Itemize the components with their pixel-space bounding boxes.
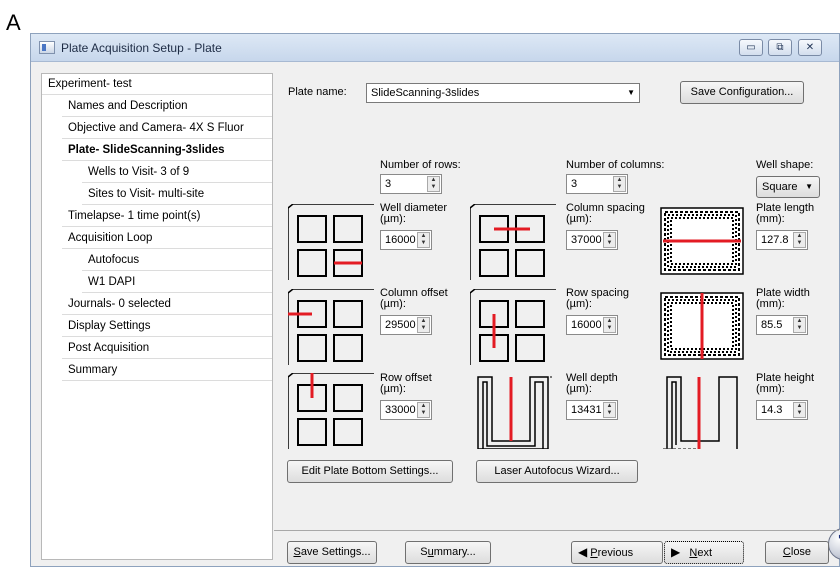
column-spacing-label: Column spacing (µm): xyxy=(566,202,645,225)
well-diameter-value: 16000 xyxy=(385,234,416,246)
plate-width-icon xyxy=(660,292,744,360)
row-offset-label: Row offset (µm): xyxy=(380,372,432,395)
plate-height-value: 14.3 xyxy=(761,404,783,416)
close-window-button[interactable]: ✕ xyxy=(798,39,822,56)
edit-plate-bottom-button[interactable]: Edit Plate Bottom Settings... xyxy=(287,460,453,483)
close-button[interactable]: Close xyxy=(765,541,829,564)
plate-length-spinner[interactable]: 127.8 ▲ ▼ xyxy=(756,230,808,250)
nav-item-objective-camera[interactable]: Objective and Camera- 4X S Fluor xyxy=(62,118,272,139)
title-bar: Plate Acquisition Setup - Plate ▭ ⧉ ✕ xyxy=(31,34,839,62)
nav-item-acquisition-loop[interactable]: Acquisition Loop xyxy=(62,228,272,249)
plate-name-value: SlideScanning-3slides xyxy=(371,87,480,99)
column-offset-icon xyxy=(288,289,374,365)
nav-item-autofocus[interactable]: Autofocus xyxy=(82,250,272,271)
row-offset-icon xyxy=(288,373,374,449)
well-shape-value: Square xyxy=(762,181,798,193)
plate-length-value: 127.8 xyxy=(761,234,789,246)
spin-arrows-icon[interactable]: ▲ ▼ xyxy=(417,232,430,248)
well-diameter-spinner[interactable]: 16000 ▲ ▼ xyxy=(380,230,432,250)
spin-arrows-icon[interactable]: ▲ ▼ xyxy=(603,317,616,333)
column-offset-value: 29500 xyxy=(385,319,416,331)
well-diameter-icon xyxy=(288,204,374,280)
plate-length-label: Plate length (mm): xyxy=(756,202,815,225)
nav-item-experiment[interactable]: Experiment- test xyxy=(42,74,272,95)
spin-arrows-icon[interactable]: ▲ ▼ xyxy=(793,317,806,333)
nav-item-journals[interactable]: Journals- 0 selected xyxy=(62,294,272,315)
rows-label: Number of rows: xyxy=(380,159,461,171)
window-title: Plate Acquisition Setup - Plate xyxy=(61,41,222,55)
nav-item-plate[interactable]: Plate- SlideScanning-3slides xyxy=(62,140,272,161)
row-offset-value: 33000 xyxy=(385,404,416,416)
well-shape-label: Well shape: xyxy=(756,159,814,171)
columns-value: 3 xyxy=(571,178,578,190)
plate-width-label: Plate width (mm): xyxy=(756,287,810,310)
help-icon[interactable]: ? xyxy=(828,528,840,560)
save-settings-button[interactable]: Save Settings... xyxy=(287,541,377,564)
plate-width-value: 85.5 xyxy=(761,319,783,331)
nav-item-display-settings[interactable]: Display Settings xyxy=(62,316,272,337)
nav-item-sites-to-visit[interactable]: Sites to Visit- multi-site xyxy=(82,184,272,205)
spin-arrows-icon[interactable]: ▲ ▼ xyxy=(793,232,806,248)
well-depth-value: 13431 xyxy=(571,404,602,416)
rows-spinner[interactable]: 3 ▲ ▼ xyxy=(380,174,442,194)
nav-item-w1-dapi[interactable]: W1 DAPI xyxy=(82,272,272,293)
spin-arrows-icon[interactable]: ▲ ▼ xyxy=(613,176,626,192)
column-spacing-spinner[interactable]: 37000 ▲ ▼ xyxy=(566,230,618,250)
panel-letter: A xyxy=(6,10,21,35)
row-spacing-icon xyxy=(470,289,556,365)
maximize-button[interactable]: ⧉ xyxy=(768,39,792,56)
arrow-right-icon: ▶ xyxy=(671,545,681,559)
well-depth-label: Well depth (µm): xyxy=(566,372,618,395)
plate-height-label: Plate height (mm): xyxy=(756,372,815,395)
column-offset-spinner[interactable]: 29500 ▲ ▼ xyxy=(380,315,432,335)
well-diameter-label: Well diameter (µm): xyxy=(380,202,448,225)
spin-arrows-icon[interactable]: ▲ ▼ xyxy=(427,176,440,192)
plate-width-spinner[interactable]: 85.5 ▲ ▼ xyxy=(756,315,808,335)
spin-arrows-icon[interactable]: ▲ ▼ xyxy=(603,232,616,248)
spin-arrows-icon[interactable]: ▲ ▼ xyxy=(603,402,616,418)
save-configuration-button[interactable]: Save Configuration... xyxy=(680,81,804,104)
columns-label: Number of columns: xyxy=(566,159,665,171)
plate-name-dropdown[interactable]: SlideScanning-3slides ▼ xyxy=(366,83,640,103)
minimize-button[interactable]: ▭ xyxy=(739,39,763,56)
well-depth-icon xyxy=(477,376,552,449)
spin-arrows-icon[interactable]: ▲ ▼ xyxy=(793,402,806,418)
setup-navigation-tree: Experiment- test Names and Description O… xyxy=(41,73,273,560)
well-shape-dropdown[interactable]: Square ▼ xyxy=(756,176,820,198)
plate-height-spinner[interactable]: 14.3 ▲ ▼ xyxy=(756,400,808,420)
arrow-left-icon: ◀ xyxy=(578,545,588,559)
nav-item-summary[interactable]: Summary xyxy=(62,360,272,381)
chevron-down-icon: ▼ xyxy=(627,88,635,97)
column-offset-label: Column offset (µm): xyxy=(380,287,448,310)
plate-height-icon xyxy=(663,376,738,449)
nav-item-post-acquisition[interactable]: Post Acquisition xyxy=(62,338,272,359)
column-spacing-icon xyxy=(470,204,556,280)
spin-arrows-icon[interactable]: ▲ ▼ xyxy=(417,317,430,333)
next-button[interactable]: ▶ Next xyxy=(664,541,744,564)
previous-button[interactable]: ◀ Previous xyxy=(571,541,663,564)
plate-name-label: Plate name: xyxy=(288,86,347,98)
row-spacing-spinner[interactable]: 16000 ▲ ▼ xyxy=(566,315,618,335)
laser-autofocus-wizard-button[interactable]: Laser Autofocus Wizard... xyxy=(476,460,638,483)
nav-item-names-description[interactable]: Names and Description xyxy=(62,96,272,117)
plate-settings-panel: Plate name: SlideScanning-3slides ▼ Save… xyxy=(274,73,840,560)
plate-acquisition-window: Plate Acquisition Setup - Plate ▭ ⧉ ✕ Ex… xyxy=(30,33,840,567)
footer-separator xyxy=(274,530,839,531)
row-offset-spinner[interactable]: 33000 ▲ ▼ xyxy=(380,400,432,420)
columns-spinner[interactable]: 3 ▲ ▼ xyxy=(566,174,628,194)
app-icon xyxy=(39,41,55,54)
summary-button[interactable]: Summary... xyxy=(405,541,491,564)
chevron-down-icon: ▼ xyxy=(805,182,813,191)
nav-item-timelapse[interactable]: Timelapse- 1 time point(s) xyxy=(62,206,272,227)
row-spacing-value: 16000 xyxy=(571,319,602,331)
nav-item-wells-to-visit[interactable]: Wells to Visit- 3 of 9 xyxy=(82,162,272,183)
spin-arrows-icon[interactable]: ▲ ▼ xyxy=(417,402,430,418)
plate-length-icon xyxy=(660,207,744,275)
rows-value: 3 xyxy=(385,178,392,190)
well-depth-spinner[interactable]: 13431 ▲ ▼ xyxy=(566,400,618,420)
column-spacing-value: 37000 xyxy=(571,234,602,246)
row-spacing-label: Row spacing (µm): xyxy=(566,287,629,310)
